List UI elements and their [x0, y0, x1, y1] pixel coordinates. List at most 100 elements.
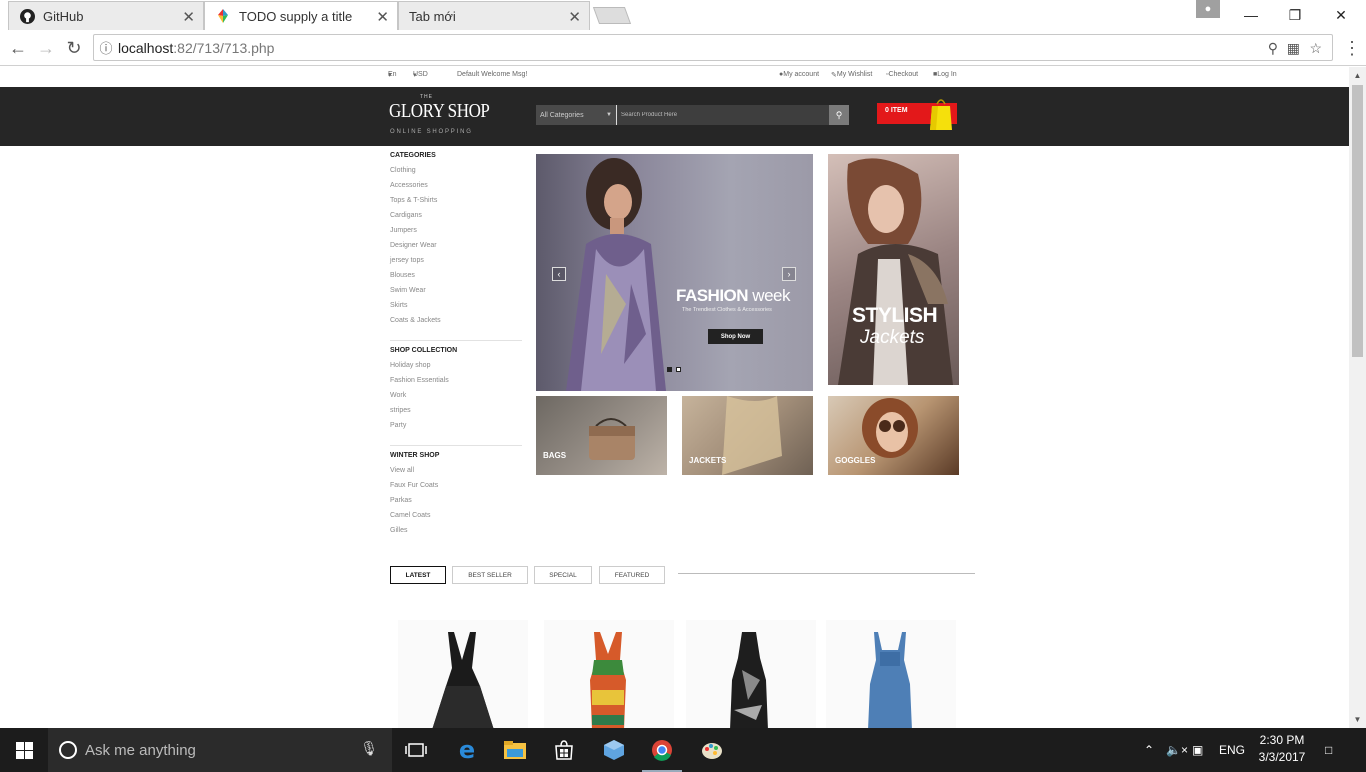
- category-link[interactable]: Designer Wear: [390, 242, 522, 257]
- category-link[interactable]: Blouses: [390, 272, 522, 287]
- category-link[interactable]: Accessories: [390, 182, 522, 197]
- profile-icon[interactable]: ●: [1196, 0, 1220, 18]
- category-link[interactable]: jersey tops: [390, 257, 522, 272]
- category-link[interactable]: Skirts: [390, 302, 522, 317]
- reload-icon[interactable]: ↻: [62, 36, 86, 60]
- model-image: [566, 158, 666, 391]
- chevron-left-icon[interactable]: ‹: [552, 267, 566, 281]
- tab-github[interactable]: GitHub ✕: [8, 1, 204, 30]
- tab-todo[interactable]: TODO supply a title ✕: [204, 1, 398, 30]
- windows-start-icon[interactable]: [0, 728, 48, 772]
- goggles-tile[interactable]: GOGGLES: [828, 396, 959, 475]
- new-tab-button[interactable]: [592, 7, 632, 24]
- volume-muted-icon[interactable]: 🔈×: [1166, 728, 1188, 772]
- product-card[interactable]: [686, 620, 816, 728]
- dress-image: [590, 632, 626, 728]
- product-card[interactable]: [398, 620, 528, 728]
- collection-link[interactable]: Holiday shop: [390, 362, 522, 377]
- url-path: :82/713/713.php: [173, 39, 275, 56]
- menu-icon[interactable]: ⋮: [1340, 36, 1364, 60]
- edge-icon[interactable]: e: [443, 728, 491, 772]
- winter-link[interactable]: Camel Coats: [390, 512, 522, 527]
- tab-special[interactable]: SPECIAL: [534, 566, 592, 584]
- wishlist-link[interactable]: ✎ My Wishlist: [831, 71, 872, 79]
- close-icon[interactable]: ✕: [376, 8, 389, 26]
- tab-latest[interactable]: LATEST: [390, 566, 446, 584]
- forward-arrow-icon[interactable]: →: [34, 36, 58, 60]
- checkout-link[interactable]: ▫ Checkout: [886, 71, 918, 78]
- system-clock[interactable]: 2:30 PM 3/3/2017: [1252, 732, 1312, 766]
- chrome-icon[interactable]: [638, 728, 686, 772]
- jackets-tile[interactable]: JACKETS: [682, 396, 813, 475]
- translate-icon[interactable]: ▦: [1287, 40, 1300, 57]
- category-link[interactable]: Tops & T-Shirts: [390, 197, 522, 212]
- cortana-search-box[interactable]: Ask me anything 🎙: [48, 728, 392, 772]
- close-window-button[interactable]: ✕: [1318, 0, 1364, 30]
- login-link[interactable]: ■ Log In: [933, 71, 957, 78]
- search-input[interactable]: [617, 105, 829, 125]
- slider-dot[interactable]: [676, 367, 681, 372]
- collection-link[interactable]: Fashion Essentials: [390, 377, 522, 392]
- logo[interactable]: GLORY SHOP: [389, 100, 490, 123]
- winter-link[interactable]: Parkas: [390, 497, 522, 512]
- language-select[interactable]: En ▾: [388, 71, 397, 79]
- winter-link[interactable]: Faux Fur Coats: [390, 482, 522, 497]
- category-link[interactable]: Clothing: [390, 167, 522, 182]
- collection-link[interactable]: Work: [390, 392, 522, 407]
- store-icon[interactable]: [540, 728, 588, 772]
- winter-link[interactable]: Gilles: [390, 527, 522, 542]
- close-icon[interactable]: ✕: [182, 8, 195, 26]
- currency-select[interactable]: USD ▾: [413, 71, 428, 79]
- virtualbox-icon[interactable]: [590, 728, 638, 772]
- page-favicon-icon: [215, 8, 231, 24]
- scroll-down-icon[interactable]: ▼: [1349, 711, 1366, 728]
- task-view-icon[interactable]: [392, 728, 440, 772]
- slider-dot[interactable]: [667, 367, 672, 372]
- back-arrow-icon[interactable]: ←: [6, 36, 30, 60]
- file-explorer-icon[interactable]: [491, 728, 539, 772]
- logo-tagline: ONLINE SHOPPING: [390, 129, 473, 135]
- category-link[interactable]: Jumpers: [390, 227, 522, 242]
- winter-shop-section: WINTER SHOP View all Faux Fur Coats Park…: [390, 452, 522, 550]
- category-link[interactable]: Cardigans: [390, 212, 522, 227]
- scroll-up-icon[interactable]: ▲: [1349, 67, 1366, 84]
- close-icon[interactable]: ✕: [568, 8, 581, 26]
- tab-title: Tab mới: [409, 8, 456, 24]
- my-account-link[interactable]: ● My account: [779, 71, 819, 78]
- restore-button[interactable]: ❐: [1272, 0, 1318, 30]
- network-icon[interactable]: ▣: [1192, 728, 1203, 772]
- paint-icon[interactable]: [688, 728, 736, 772]
- bookmark-star-icon[interactable]: ☆: [1309, 40, 1322, 57]
- hero-slider[interactable]: FASHION week The Trendiest Clothes & Acc…: [536, 154, 813, 391]
- category-link[interactable]: Coats & Jackets: [390, 317, 522, 332]
- tab-featured[interactable]: FEATURED: [599, 566, 665, 584]
- scrollbar-thumb[interactable]: [1352, 85, 1363, 357]
- address-bar[interactable]: ⓘ localhost:82/713/713.php ⚲ ▦ ☆: [93, 34, 1333, 61]
- shop-now-button[interactable]: Shop Now: [708, 329, 763, 344]
- input-language[interactable]: ENG: [1219, 728, 1245, 772]
- shopping-bag-icon[interactable]: [930, 98, 952, 130]
- slide-title: FASHION week: [676, 286, 790, 305]
- tab-best-seller[interactable]: BEST SELLER: [452, 566, 528, 584]
- product-card[interactable]: [544, 620, 674, 728]
- browser-toolbar: ← → ↻ ⓘ localhost:82/713/713.php ⚲ ▦ ☆ ⋮: [0, 30, 1366, 66]
- zoom-icon[interactable]: ⚲: [1268, 40, 1278, 57]
- show-hidden-icons[interactable]: ⌃: [1144, 728, 1154, 772]
- collection-link[interactable]: Party: [390, 422, 522, 437]
- minimize-button[interactable]: —: [1228, 0, 1274, 30]
- search-icon[interactable]: ⚲: [829, 105, 849, 125]
- action-center-icon[interactable]: □: [1325, 728, 1332, 772]
- winter-link[interactable]: View all: [390, 467, 522, 482]
- product-card[interactable]: [826, 620, 956, 728]
- bags-tile[interactable]: BAGS: [536, 396, 667, 475]
- category-select[interactable]: All Categories ▼: [536, 105, 617, 125]
- tab-new[interactable]: Tab mới ✕: [398, 1, 590, 30]
- info-icon[interactable]: ⓘ: [94, 38, 118, 57]
- stylish-jackets-banner[interactable]: STYLISH Jackets: [828, 154, 959, 385]
- collection-link[interactable]: stripes: [390, 407, 522, 422]
- page-scrollbar[interactable]: ▲ ▼: [1349, 67, 1366, 728]
- microphone-icon[interactable]: 🎙: [360, 740, 378, 757]
- category-link[interactable]: Swim Wear: [390, 287, 522, 302]
- chevron-right-icon[interactable]: ›: [782, 267, 796, 281]
- dress-image: [432, 632, 494, 728]
